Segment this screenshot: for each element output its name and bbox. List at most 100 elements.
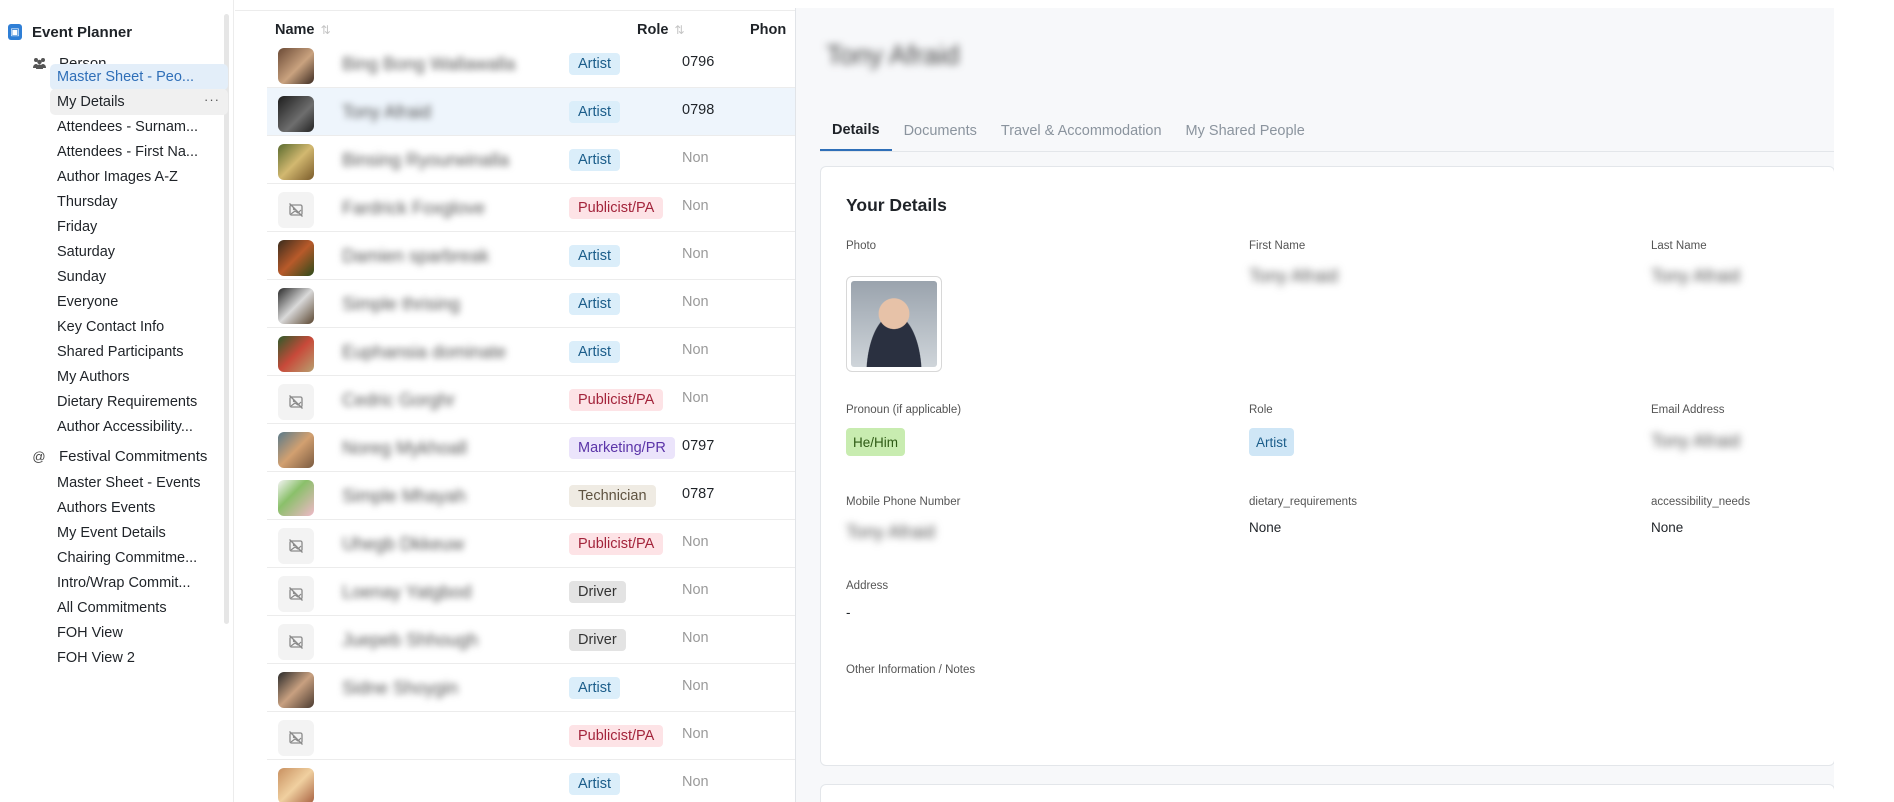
sidebar-item-label: Attendees - First Na... — [57, 144, 199, 160]
table-row[interactable]: Noreg Mykhoall Marketing/PR 0797 — [267, 424, 795, 472]
phone-cell: Non — [682, 774, 709, 790]
accessibility-label: accessibility_needs — [1651, 496, 1751, 508]
first-name-value[interactable]: Tony Afraid — [1249, 266, 1338, 287]
sort-icon[interactable]: ⇅ — [674, 23, 684, 37]
table-row[interactable]: Uhegb Dkkeuw Publicist/PA Non — [267, 520, 795, 568]
role-chip[interactable]: Artist — [1249, 428, 1294, 456]
table-row[interactable]: Artist Non — [267, 760, 795, 802]
sidebar-item-author-accessibility[interactable]: Author Accessibility... — [50, 414, 228, 440]
address-value[interactable]: - — [846, 605, 851, 620]
table-row[interactable]: Juepeb Shhough Driver Non — [267, 616, 795, 664]
sidebar-item-foh-view-2[interactable]: FOH View 2 — [50, 645, 228, 671]
sidebar-item-my-authors[interactable]: My Authors — [50, 364, 228, 390]
table-row[interactable]: Euphansia dominate Artist Non — [267, 328, 795, 376]
last-name-label: Last Name — [1651, 240, 1707, 252]
sidebar-item-shared-participants[interactable]: Shared Participants — [50, 339, 228, 365]
role-badge: Marketing/PR — [569, 437, 675, 459]
tab-details[interactable]: Details — [820, 110, 892, 152]
tab-documents[interactable]: Documents — [892, 110, 989, 152]
phone-cell: Non — [682, 342, 709, 358]
section-festival-commitments[interactable]: @ Festival Commitments — [31, 445, 207, 467]
tab-travel-accommodation[interactable]: Travel & Accommodation — [989, 110, 1174, 152]
avatar — [278, 480, 314, 516]
sidebar-item-key-contact-info[interactable]: Key Contact Info — [50, 314, 228, 340]
tab-my-shared-people[interactable]: My Shared People — [1174, 110, 1317, 152]
sidebar-item-attendees-surname[interactable]: Attendees - Surnam... — [50, 114, 228, 140]
sidebar-item-foh-view[interactable]: FOH View — [50, 620, 228, 646]
table-row[interactable]: Fardrick Foxglove Publicist/PA Non — [267, 184, 795, 232]
sidebar-item-label: Everyone — [57, 294, 119, 310]
role-badge: Driver — [569, 629, 626, 651]
no-image-icon — [278, 576, 314, 612]
sidebar-item-authors-events[interactable]: Authors Events — [50, 495, 228, 521]
person-name: Loenay Yatgbod — [342, 582, 472, 602]
sidebar-item-intro-wrap-commitments[interactable]: Intro/Wrap Commit... — [50, 570, 228, 596]
avatar — [278, 48, 314, 84]
sidebar-item-label: Shared Participants — [57, 344, 184, 360]
sidebar-item-sunday[interactable]: Sunday — [50, 264, 228, 290]
role-badge: Artist — [569, 677, 621, 699]
email-value[interactable]: Tony Afraid — [1651, 431, 1740, 452]
table-row[interactable]: Simple Mhayah Technician 0787 — [267, 472, 795, 520]
tabs-divider — [820, 151, 1834, 152]
person-name: Simple thrising — [342, 294, 461, 314]
role-badge: Publicist/PA — [569, 725, 664, 747]
sidebar: ▣ Event Planner Person Master Sheet - Pe… — [0, 0, 234, 802]
sidebar-item-attendees-first-name[interactable]: Attendees - First Na... — [50, 139, 228, 165]
profile-photo[interactable] — [846, 276, 942, 372]
email-label: Email Address — [1651, 404, 1725, 416]
last-name-value[interactable]: Tony Afraid — [1651, 266, 1740, 287]
phone-cell: Non — [682, 726, 709, 742]
column-header-phone[interactable]: Phon — [750, 20, 786, 40]
app-icon: ▣ — [8, 24, 22, 40]
dietary-value[interactable]: None — [1249, 520, 1281, 535]
role-badge: Artist — [569, 149, 621, 171]
next-section-card — [820, 784, 1834, 802]
sidebar-item-my-details[interactable]: My Details ··· — [50, 89, 228, 115]
table-row[interactable]: Simple thrising Artist Non — [267, 280, 795, 328]
role-badge: Artist — [569, 773, 621, 795]
phone-cell: 0797 — [682, 438, 715, 454]
sidebar-item-friday[interactable]: Friday — [50, 214, 228, 240]
sidebar-item-dietary-requirements[interactable]: Dietary Requirements — [50, 389, 228, 415]
detail-tabs: Details Documents Travel & Accommodation… — [820, 110, 1317, 152]
table-row[interactable]: Publicist/PA Non — [267, 712, 795, 760]
table-row[interactable]: Cedric Gorghr Publicist/PA Non — [267, 376, 795, 424]
table-row[interactable]: Loenay Yatgbod Driver Non — [267, 568, 795, 616]
sidebar-item-author-images[interactable]: Author Images A-Z — [50, 164, 228, 190]
mobile-value[interactable]: Tony Afraid — [846, 522, 935, 543]
photo-label: Photo — [846, 240, 877, 252]
sidebar-item-everyone[interactable]: Everyone — [50, 289, 228, 315]
table-row[interactable]: Sidne Shoygin Artist Non — [267, 664, 795, 712]
no-image-icon — [278, 384, 314, 420]
sidebar-item-thursday[interactable]: Thursday — [50, 189, 228, 215]
column-header-name[interactable]: Name ⇅ — [275, 20, 331, 40]
sidebar-item-label: My Event Details — [57, 525, 166, 541]
table-row[interactable]: Damien sparbreak Artist Non — [267, 232, 795, 280]
more-options-icon[interactable]: ··· — [204, 92, 220, 107]
people-table: Name ⇅ Role ⇅ Phon Bing Bong Wallawalla A… — [235, 0, 795, 802]
table-row[interactable]: Binsing Ryourwinalla Artist Non — [267, 136, 795, 184]
table-row[interactable]: Bing Bong Wallawalla Artist 0796 — [267, 40, 795, 88]
column-header-role[interactable]: Role ⇅ — [637, 20, 684, 40]
sidebar-item-label: Friday — [57, 219, 98, 235]
sidebar-item-my-event-details[interactable]: My Event Details — [50, 520, 228, 546]
table-top-border — [235, 10, 795, 11]
phone-cell: Non — [682, 246, 709, 262]
sidebar-item-label: My Authors — [57, 369, 130, 385]
app-header[interactable]: ▣ Event Planner — [8, 21, 132, 43]
pronoun-label: Pronoun (if applicable) — [846, 404, 962, 416]
sort-icon[interactable]: ⇅ — [321, 23, 331, 37]
avatar — [278, 768, 314, 802]
detail-panel: Tony Afraid Details Documents Travel & A… — [795, 8, 1834, 802]
section-festival-commitments-label: Festival Commitments — [59, 447, 208, 465]
sidebar-item-saturday[interactable]: Saturday — [50, 239, 228, 265]
pronoun-chip[interactable]: He/Him — [846, 428, 906, 456]
sidebar-item-chairing-commitments[interactable]: Chairing Commitme... — [50, 545, 228, 571]
phone-cell: Non — [682, 150, 709, 166]
table-row[interactable]: Tony Afraid Artist 0798 — [267, 88, 795, 136]
sidebar-item-master-sheet-events[interactable]: Master Sheet - Events — [50, 470, 228, 496]
sidebar-item-all-commitments[interactable]: All Commitments — [50, 595, 228, 621]
sidebar-item-master-sheet-people[interactable]: Master Sheet - Peo... — [50, 64, 228, 90]
accessibility-value[interactable]: None — [1651, 520, 1683, 535]
